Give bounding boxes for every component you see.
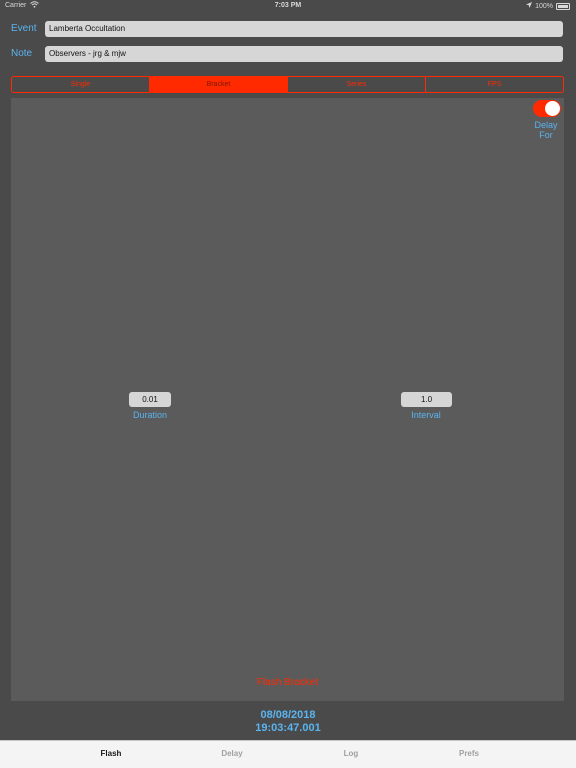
note-field[interactable]: Observers - jrg & mjw bbox=[45, 46, 563, 62]
tab-bar: Flash Delay Log Prefs bbox=[0, 740, 576, 768]
battery-icon bbox=[556, 2, 570, 10]
segment-fps[interactable]: FPS bbox=[426, 77, 563, 92]
battery-percent: 100% bbox=[535, 2, 553, 10]
delay-toggle[interactable] bbox=[533, 100, 561, 117]
duration-caption: Duration bbox=[132, 410, 168, 420]
segment-bracket[interactable]: Bracket bbox=[150, 77, 288, 92]
tab-log[interactable]: Log bbox=[321, 749, 381, 758]
bracket-panel bbox=[11, 98, 564, 701]
delay-label-line1: Delay bbox=[534, 120, 558, 130]
mode-segmented-control: Single Bracket Series FPS bbox=[11, 76, 564, 93]
location-icon bbox=[526, 2, 533, 10]
segment-series[interactable]: Series bbox=[288, 77, 426, 92]
app-screen: Carrier 7:03 PM 100% Event Lamberta Occu… bbox=[0, 0, 576, 768]
tab-flash[interactable]: Flash bbox=[81, 749, 141, 758]
clock-date: 08/08/2018 bbox=[260, 709, 316, 721]
clock-time: 19:03:47.001 bbox=[255, 722, 321, 734]
clock-display: 08/08/2018 19:03:47.001 bbox=[0, 709, 576, 735]
note-label: Note bbox=[11, 48, 33, 59]
status-right: 100% bbox=[526, 2, 570, 10]
event-label: Event bbox=[11, 23, 37, 34]
flash-bracket-button[interactable]: Flash Bracket bbox=[11, 677, 564, 688]
interval-caption: Interval bbox=[411, 410, 441, 420]
segment-single[interactable]: Single bbox=[12, 77, 150, 92]
status-bar: Carrier 7:03 PM 100% bbox=[0, 0, 576, 12]
status-time: 7:03 PM bbox=[274, 2, 302, 9]
interval-field[interactable]: 1.0 bbox=[401, 392, 452, 407]
event-field[interactable]: Lamberta Occultation bbox=[45, 21, 563, 37]
duration-field[interactable]: 0.01 bbox=[129, 392, 171, 407]
tab-delay[interactable]: Delay bbox=[202, 749, 262, 758]
toggle-knob bbox=[545, 101, 560, 116]
tab-prefs[interactable]: Prefs bbox=[439, 749, 499, 758]
delay-toggle-label: Delay For bbox=[526, 120, 566, 140]
delay-label-line2: For bbox=[539, 130, 553, 140]
